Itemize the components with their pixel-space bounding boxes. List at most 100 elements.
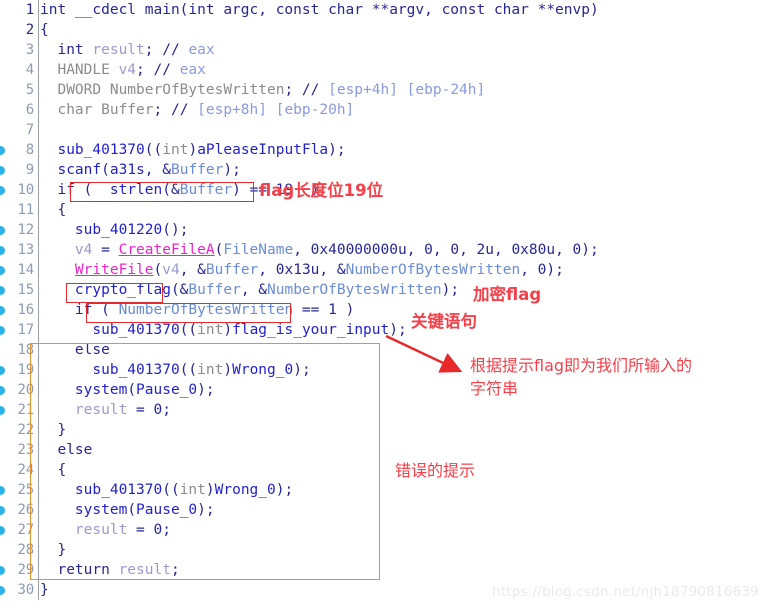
line-number: 27 (17, 522, 35, 538)
line-number: 18 (17, 342, 35, 358)
code-text[interactable]: result = 0; (40, 520, 171, 540)
gutter-divider (38, 180, 39, 200)
code-line[interactable]: 12 sub_401220(); (0, 220, 763, 240)
gutter-divider (38, 300, 39, 320)
code-line[interactable]: 23 else (0, 440, 763, 460)
code-text[interactable]: sub_401370((int)Wrong_0); (40, 480, 293, 500)
code-text[interactable]: char Buffer; // [esp+8h] [ebp-20h] (40, 100, 354, 120)
line-number: 2 (25, 22, 34, 38)
code-line[interactable]: 1 int __cdecl main(int argc, const char *… (0, 0, 763, 20)
code-text[interactable]: scanf(a31s, &Buffer); (40, 160, 240, 180)
code-line[interactable]: 11 { (0, 200, 763, 220)
code-text[interactable]: { (40, 200, 66, 220)
code-line[interactable]: 21 result = 0; (0, 400, 763, 420)
gutter-divider (38, 0, 39, 20)
line-number: 9 (25, 162, 34, 178)
code-text[interactable]: HANDLE v4; // eax (40, 60, 205, 80)
gutter-divider (38, 340, 39, 360)
gutter-divider (38, 260, 39, 280)
code-text[interactable]: sub_401370((int)Wrong_0); (40, 360, 310, 380)
line-number: 20 (17, 382, 35, 398)
gutter-divider (38, 540, 39, 560)
annotation-wrong-hint: 错误的提示 (395, 461, 476, 480)
gutter-divider (38, 560, 39, 580)
code-text[interactable]: } (40, 420, 66, 440)
code-text[interactable]: sub_401370((int)aPleaseInputFla); (40, 140, 345, 160)
gutter-divider (38, 580, 39, 600)
line-number: 13 (17, 242, 35, 258)
code-line[interactable]: 4 HANDLE v4; // eax (0, 60, 763, 80)
gutter-divider (38, 520, 39, 540)
code-line[interactable]: 28 } (0, 540, 763, 560)
line-number: 10 (17, 182, 35, 198)
code-text[interactable]: else (40, 440, 92, 460)
pointer-arrow-icon (385, 334, 463, 373)
code-line[interactable]: 25 sub_401370((int)Wrong_0); (0, 480, 763, 500)
line-number: 25 (17, 482, 35, 498)
code-text[interactable]: } (40, 580, 49, 600)
gutter-divider (38, 20, 39, 40)
code-line[interactable]: 9 scanf(a31s, &Buffer); (0, 160, 763, 180)
code-text[interactable]: system(Pause_0); (40, 500, 215, 520)
line-number: 19 (17, 362, 35, 378)
code-line[interactable]: 26 system(Pause_0); (0, 500, 763, 520)
code-line[interactable]: 13 v4 = CreateFileA(FileName, 0x40000000… (0, 240, 763, 260)
code-line[interactable]: 8 sub_401370((int)aPleaseInputFla); (0, 140, 763, 160)
line-number: 11 (17, 202, 35, 218)
line-number: 26 (17, 502, 35, 518)
gutter-divider (38, 440, 39, 460)
gutter-divider (38, 40, 39, 60)
code-text[interactable]: crypto_flag(&Buffer, &NumberOfBytesWritt… (40, 280, 459, 300)
line-number: 12 (17, 222, 35, 238)
line-number: 7 (25, 122, 34, 138)
code-text[interactable]: v4 = CreateFileA(FileName, 0x40000000u, … (40, 240, 599, 260)
code-text[interactable]: { (40, 460, 66, 480)
line-number: 23 (17, 442, 35, 458)
code-line[interactable]: 14 WriteFile(v4, &Buffer, 0x13u, &Number… (0, 260, 763, 280)
code-text[interactable]: else (40, 340, 110, 360)
code-line[interactable]: 22 } (0, 420, 763, 440)
gutter-divider (38, 460, 39, 480)
gutter-divider (38, 220, 39, 240)
code-line[interactable]: 6 char Buffer; // [esp+8h] [ebp-20h] (0, 100, 763, 120)
line-number: 22 (17, 422, 35, 438)
gutter-divider (38, 80, 39, 100)
gutter-divider (38, 160, 39, 180)
line-number: 5 (25, 82, 34, 98)
watermark: https://blog.csdn.net/njh18790816639 (492, 584, 759, 600)
code-text[interactable]: WriteFile(v4, &Buffer, 0x13u, &NumberOfB… (40, 260, 564, 280)
code-editor[interactable]: 1 int __cdecl main(int argc, const char *… (0, 0, 763, 616)
code-text[interactable]: } (40, 540, 66, 560)
code-text[interactable]: if ( NumberOfBytesWritten == 1 ) (40, 300, 354, 320)
code-line[interactable]: 27 result = 0; (0, 520, 763, 540)
gutter-divider (38, 400, 39, 420)
gutter-divider (38, 420, 39, 440)
gutter-divider (38, 240, 39, 260)
code-line[interactable]: 3 int result; // eax (0, 40, 763, 60)
gutter-divider (38, 500, 39, 520)
code-text[interactable]: sub_401370((int)flag_is_your_input); (40, 320, 406, 340)
code-text[interactable]: DWORD NumberOfBytesWritten; // [esp+4h] … (40, 80, 485, 100)
line-number: 28 (17, 542, 35, 558)
code-line[interactable]: 7 (0, 120, 763, 140)
line-number: 15 (17, 282, 35, 298)
code-text[interactable]: { (40, 20, 49, 40)
code-text[interactable]: int __cdecl main(int argc, const char **… (40, 0, 599, 20)
code-text[interactable]: sub_401220(); (40, 220, 189, 240)
code-line[interactable]: 2{ (0, 20, 763, 40)
code-line[interactable]: 15 crypto_flag(&Buffer, &NumberOfBytesWr… (0, 280, 763, 300)
code-line[interactable]: 24 { (0, 460, 763, 480)
code-line[interactable]: 16 if ( NumberOfBytesWritten == 1 ) (0, 300, 763, 320)
gutter-divider (38, 280, 39, 300)
gutter-divider (38, 380, 39, 400)
code-line[interactable]: 29 return result; (0, 560, 763, 580)
code-text[interactable]: result = 0; (40, 400, 171, 420)
code-text[interactable]: system(Pause_0); (40, 380, 215, 400)
line-number: 30 (17, 582, 35, 598)
code-text[interactable]: return result; (40, 560, 179, 580)
code-line[interactable]: 5 DWORD NumberOfBytesWritten; // [esp+4h… (0, 80, 763, 100)
annotation-flag-length: flag长度位19位 (259, 181, 384, 200)
line-number: 1 (25, 2, 34, 18)
code-text[interactable]: int result; // eax (40, 40, 214, 60)
line-number: 17 (17, 322, 35, 338)
